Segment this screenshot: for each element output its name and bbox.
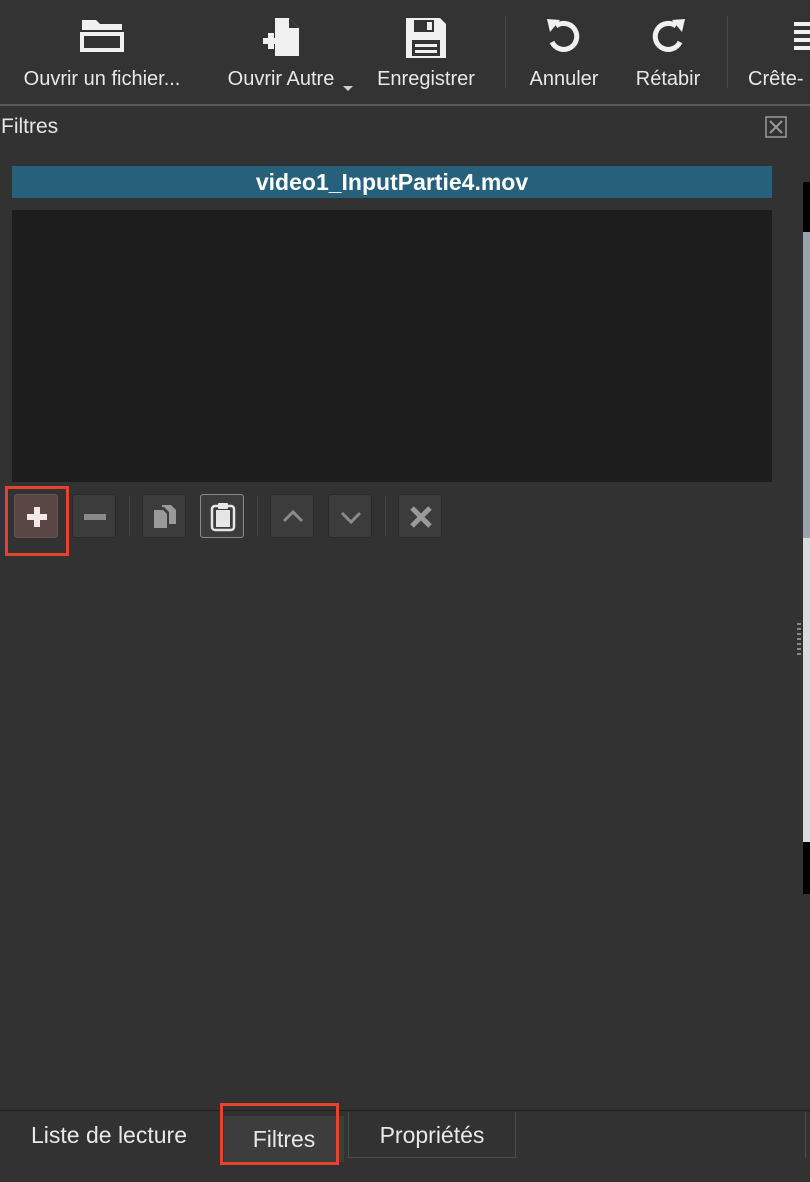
move-filter-down-button[interactable]: [328, 494, 372, 538]
undo-icon: [547, 19, 580, 52]
tab-filters-highlight: [220, 1103, 339, 1165]
toolbar-separator: [727, 16, 728, 88]
close-icon: [410, 506, 432, 528]
tab-bar-border: [0, 1110, 810, 1111]
panel-title: Filtres: [1, 115, 59, 138]
copy-filters-button[interactable]: [142, 494, 186, 538]
preview-image-slice: [803, 538, 810, 842]
tab-overflow-edge: [805, 1112, 810, 1158]
open-other-button[interactable]: Ouvrir Autre: [214, 10, 348, 100]
new-file-icon: [263, 18, 299, 56]
save-button[interactable]: Enregistrer: [366, 10, 486, 100]
preview-letterbox-bottom: [803, 842, 810, 894]
toolbar-separator: [505, 16, 506, 88]
undo-button[interactable]: Annuler: [520, 10, 608, 100]
floppy-disk-icon: [406, 18, 446, 58]
chevron-down-icon[interactable]: [343, 86, 353, 91]
peak-meter-label: Crête-: [748, 68, 804, 90]
redo-button[interactable]: Rétabir: [624, 10, 712, 100]
tab-playlist[interactable]: Liste de lecture: [0, 1112, 218, 1158]
button-separator: [385, 496, 386, 536]
open-file-label: Ouvrir un fichier...: [23, 68, 181, 90]
open-file-button[interactable]: Ouvrir un fichier...: [10, 10, 194, 100]
open-other-label: Ouvrir Autre: [227, 68, 335, 90]
tab-properties[interactable]: Propriétés: [348, 1112, 516, 1158]
copy-icon: [154, 505, 176, 528]
clip-name-banner: video1_InputPartie4.mov: [12, 166, 772, 198]
button-separator: [257, 496, 258, 536]
clipboard-icon: [210, 503, 236, 532]
paste-filters-button[interactable]: [200, 494, 244, 538]
splitter-handle[interactable]: [797, 623, 801, 657]
peak-meter-icon: [794, 22, 810, 50]
filter-list[interactable]: [12, 210, 772, 482]
save-label: Enregistrer: [377, 68, 475, 90]
preview-letterbox-top: [803, 182, 810, 232]
deselect-filter-button[interactable]: [398, 494, 442, 538]
chevron-down-icon: [340, 511, 362, 525]
close-panel-icon[interactable]: [765, 116, 787, 138]
redo-label: Rétabir: [635, 68, 701, 90]
remove-filter-button[interactable]: [72, 494, 116, 538]
move-filter-up-button[interactable]: [270, 494, 314, 538]
add-filter-highlight: [5, 486, 69, 556]
main-toolbar: Ouvrir un fichier... Ouvrir Autre Enregi…: [0, 0, 810, 106]
peak-meter-button[interactable]: Crête-: [748, 10, 810, 100]
video-preview-edge: [803, 182, 810, 894]
button-separator: [129, 496, 130, 536]
undo-label: Annuler: [529, 68, 599, 90]
chevron-up-icon: [282, 509, 304, 523]
minus-icon: [84, 514, 106, 520]
redo-icon: [652, 19, 685, 52]
folder-open-icon: [80, 20, 124, 52]
